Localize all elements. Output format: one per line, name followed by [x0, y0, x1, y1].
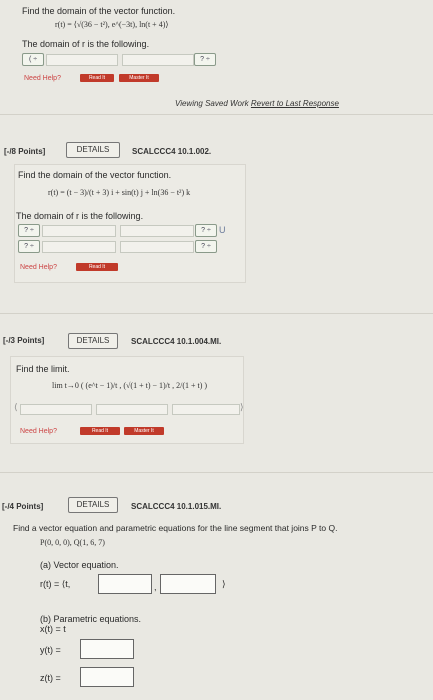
- divider: [0, 313, 433, 314]
- q1-read-it-button[interactable]: Read It: [80, 74, 114, 82]
- q1-right-bracket-select[interactable]: ? ÷: [194, 53, 216, 66]
- q1-master-it-button[interactable]: Master It: [119, 74, 159, 82]
- divider: [0, 472, 433, 473]
- q2-select-a[interactable]: ? ÷: [18, 224, 40, 237]
- q3-need-help: Need Help?: [20, 428, 57, 435]
- q4-problem-code: SCALCCC4 10.1.015.MI.: [131, 502, 222, 511]
- q2-domain-label: The domain of r is the following.: [16, 211, 144, 221]
- q3-formula: lim t→0 ( (e^t − 1)/t , (√(1 + t) − 1)/t…: [52, 381, 208, 390]
- q2-select-b[interactable]: ? ÷: [195, 224, 217, 237]
- q4-vector-close: ⟩: [222, 579, 226, 589]
- q3-problem-code: SCALCCC4 10.1.004.MI.: [131, 337, 222, 346]
- q2-formula: r(t) = (t − 3)/(t + 3) i + sin(t) j + ln…: [48, 188, 191, 197]
- q3-read-it-button[interactable]: Read It: [80, 427, 120, 435]
- q2-select-d[interactable]: ? ÷: [195, 240, 217, 253]
- q4-z-label: z(t) =: [40, 673, 61, 683]
- saved-work-bar: Viewing Saved Work Revert to Last Respon…: [175, 99, 339, 108]
- q4-x-equation: x(t) = t: [40, 624, 66, 634]
- divider: [0, 114, 433, 115]
- q4-y-input[interactable]: [80, 639, 134, 659]
- q3-master-it-button[interactable]: Master It: [124, 427, 164, 435]
- q1-formula: r(t) = ⟨√(36 − t²), e^(−3t), ln(t + 4)⟩: [55, 20, 169, 29]
- q1-title: Find the domain of the vector function.: [22, 6, 176, 16]
- q4-part-a-label: (a) Vector equation.: [40, 560, 119, 570]
- q3-component1-input[interactable]: [20, 404, 92, 415]
- q2-points: [-/8 Points]: [4, 147, 46, 156]
- revert-link[interactable]: Revert to Last Response: [251, 99, 339, 108]
- q2-interval2-upper-input[interactable]: [120, 241, 194, 253]
- q3-details-button[interactable]: DETAILS: [68, 333, 118, 349]
- q2-interval2-lower-input[interactable]: [42, 241, 116, 253]
- q2-title: Find the domain of the vector function.: [18, 170, 172, 180]
- q4-y-label: y(t) =: [40, 645, 61, 655]
- q3-component2-input[interactable]: [96, 404, 168, 415]
- q2-read-it-button[interactable]: Read It: [76, 263, 118, 271]
- q4-vector-y-input[interactable]: [98, 574, 152, 594]
- q3-open-bracket: ⟨: [14, 402, 18, 412]
- q1-left-bracket-select[interactable]: ( ÷: [22, 53, 44, 66]
- q3-points: [-/3 Points]: [3, 336, 45, 345]
- q4-vector-prefix: r(t) = ⟨t,: [40, 579, 71, 589]
- q4-details-button[interactable]: DETAILS: [68, 497, 118, 513]
- q1-domain-label: The domain of r is the following.: [22, 39, 150, 49]
- q2-interval1-lower-input[interactable]: [42, 225, 116, 237]
- union-symbol: U: [219, 225, 226, 235]
- q4-points: [-/4 Points]: [2, 502, 44, 511]
- q3-close-bracket: ⟩: [240, 402, 244, 412]
- q4-z-input[interactable]: [80, 667, 134, 687]
- q1-upper-bound-input[interactable]: [122, 54, 194, 66]
- q1-lower-bound-input[interactable]: [46, 54, 118, 66]
- q2-interval1-upper-input[interactable]: [120, 225, 194, 237]
- q4-title: Find a vector equation and parametric eq…: [13, 523, 338, 533]
- q3-component3-input[interactable]: [172, 404, 240, 415]
- q4-vector-z-input[interactable]: [160, 574, 216, 594]
- q4-vector-comma: ,: [154, 582, 157, 592]
- viewing-saved-work-text: Viewing Saved Work: [175, 99, 249, 108]
- q2-need-help: Need Help?: [20, 264, 57, 271]
- q2-problem-code: SCALCCC4 10.1.002.: [132, 147, 212, 156]
- q4-points-pq: P(0, 0, 0), Q(1, 6, 7): [40, 538, 105, 547]
- q2-select-c[interactable]: ? ÷: [18, 240, 40, 253]
- q2-details-button[interactable]: DETAILS: [66, 142, 120, 158]
- q3-title: Find the limit.: [16, 364, 70, 374]
- q1-need-help: Need Help?: [24, 75, 61, 82]
- q4-part-b-label: (b) Parametric equations.: [40, 614, 142, 624]
